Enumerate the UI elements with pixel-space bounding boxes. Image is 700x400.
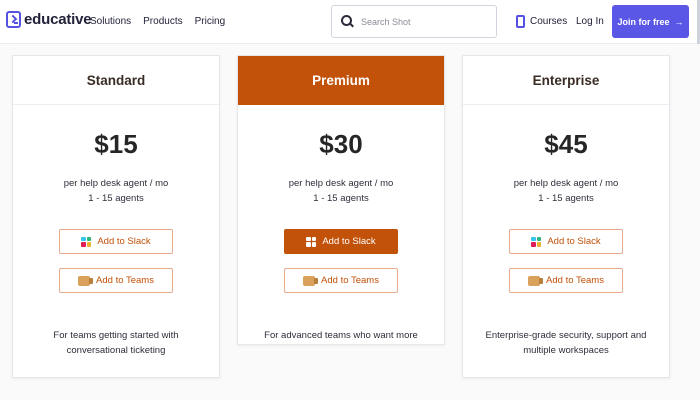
join-label: Join for free (617, 16, 670, 27)
slack-icon (81, 236, 92, 247)
plan-agents: 1 - 15 agents (88, 193, 144, 204)
nav-item-products[interactable]: Products (143, 16, 182, 27)
add-to-slack-button[interactable]: Add to Slack (284, 229, 398, 254)
login-link[interactable]: Log In (576, 16, 604, 27)
educative-logo[interactable]: educative (6, 11, 92, 28)
plan-description: For teams getting started with conversat… (53, 330, 179, 356)
teams-label: Add to Teams (321, 275, 379, 286)
add-to-teams-button[interactable]: Add to Teams (509, 268, 623, 293)
plan-agents: 1 - 15 agents (313, 193, 369, 204)
plan-card-standard: Standard $15 per help desk agent / mo 1 … (12, 55, 220, 378)
courses-label: Courses (530, 16, 568, 27)
plan-description: Enterprise-grade security, support and m… (485, 330, 647, 356)
arrow-right-icon: → (674, 16, 684, 27)
plan-price: $45 (544, 129, 588, 159)
slack-label: Add to Slack (547, 236, 601, 247)
top-navigation-bar: educative Solutions Products Pricing Cou… (0, 0, 700, 44)
plan-price: $15 (94, 129, 138, 159)
teams-label: Add to Teams (96, 275, 154, 286)
search-box[interactable] (331, 5, 497, 38)
add-to-teams-button[interactable]: Add to Teams (284, 268, 398, 293)
teams-label: Add to Teams (546, 275, 604, 286)
add-to-teams-button[interactable]: Add to Teams (59, 268, 173, 293)
card-cutoff (238, 341, 444, 344)
slack-icon (531, 236, 542, 247)
plan-unit: per help desk agent / mo (63, 178, 169, 189)
slack-label: Add to Slack (97, 236, 151, 247)
teams-icon (303, 275, 319, 286)
add-to-slack-button[interactable]: Add to Slack (509, 229, 623, 254)
search-icon (341, 15, 354, 28)
plan-card-premium: Premium $30 per help desk agent / mo 1 -… (237, 55, 445, 345)
nav-item-solutions[interactable]: Solutions (90, 16, 131, 27)
plan-agents: 1 - 15 agents (538, 193, 594, 204)
plan-name: Premium (238, 56, 444, 105)
add-to-slack-button[interactable]: Add to Slack (59, 229, 173, 254)
logo-icon (6, 11, 21, 28)
teams-icon (528, 275, 544, 286)
logo-text: educative (24, 11, 92, 28)
join-for-free-button[interactable]: Join for free → (612, 5, 689, 38)
plan-name: Enterprise (463, 56, 669, 105)
search-input[interactable] (361, 16, 491, 27)
plan-unit: per help desk agent / mo (288, 178, 394, 189)
courses-link[interactable]: Courses (516, 15, 567, 28)
nav-item-pricing[interactable]: Pricing (195, 16, 226, 27)
teams-icon (78, 275, 94, 286)
plan-card-enterprise: Enterprise $45 per help desk agent / mo … (462, 55, 670, 378)
slack-label: Add to Slack (322, 236, 376, 247)
main-nav: Solutions Products Pricing (90, 16, 225, 27)
plan-unit: per help desk agent / mo (513, 178, 619, 189)
plan-price: $30 (319, 129, 363, 159)
plan-name: Standard (13, 56, 219, 105)
slack-icon (306, 236, 317, 247)
book-icon (516, 15, 525, 28)
